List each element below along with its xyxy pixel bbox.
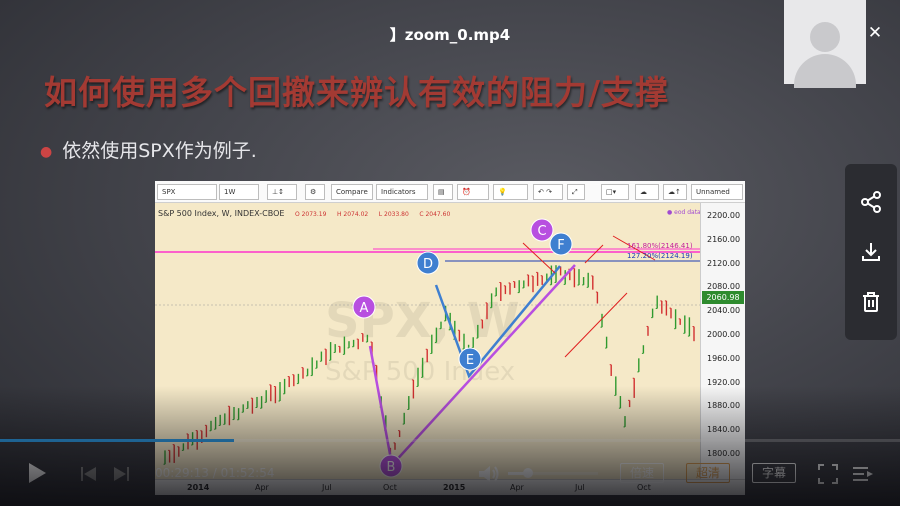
indicators-button: Indicators (376, 184, 428, 200)
share-icon[interactable] (859, 190, 883, 214)
time-tick: Oct (637, 483, 651, 492)
point-label-b: B (387, 460, 396, 475)
point-label-a: A (360, 301, 369, 316)
chart-type-icon: ⊥↕ (267, 184, 297, 200)
time-tick: 2015 (443, 483, 466, 492)
price-tick: 1960.00 (707, 353, 741, 363)
symbol-field: SPX (157, 184, 217, 200)
layout-name: Unnamed (691, 184, 743, 200)
video-frame: 】zoom_0.mp4 如何使用多个回撤来辨认有效的阻力/支撑 ● 依然使用SPX… (0, 0, 900, 506)
price-axis: 2200.00 2160.00 2120.00 2080.00 2040.00 2000.… (700, 203, 745, 479)
playlist-icon[interactable] (852, 465, 874, 483)
time-separator: / (208, 466, 221, 480)
volume-slider[interactable] (508, 468, 598, 478)
time-tick: Jul (322, 483, 332, 492)
time-tick: Apr (510, 483, 524, 492)
time-tick: Jul (575, 483, 585, 492)
next-icon[interactable] (112, 466, 130, 482)
previous-icon[interactable] (80, 466, 98, 482)
undo-redo-icon: ↶ ↷ (533, 184, 563, 200)
price-tick: 1800.00 (707, 449, 741, 458)
chart-toolbar: SPX 1W ⊥↕ ⚙ Compare Indicators ▤ ⏰ 💡 ↶ ↷… (155, 181, 745, 203)
download-icon[interactable] (859, 240, 883, 264)
quality-button[interactable]: 超清 (686, 463, 730, 483)
camera-thumbnail (784, 0, 866, 88)
price-chart: A B C D E F (155, 218, 700, 478)
avatar-body (794, 54, 856, 88)
point-label-c: C (537, 224, 546, 239)
color-box-icon: □▾ (601, 184, 629, 200)
volume-knob[interactable] (522, 468, 533, 478)
video-progress-bar[interactable] (0, 439, 900, 442)
idea-icon: 💡 (493, 184, 528, 200)
price-tick: 1920.00 (707, 377, 741, 387)
price-tick: 1880.00 (707, 401, 741, 411)
templates-icon: ▤ (433, 184, 453, 200)
alert-icon: ⏰ (457, 184, 489, 200)
price-tick: 2160.00 (707, 234, 741, 244)
window-title: 】zoom_0.mp4 (389, 26, 511, 44)
bullet-dot-icon: ● (40, 143, 53, 160)
slide-bullet: ● 依然使用SPX作为例子. (40, 136, 257, 163)
play-icon[interactable] (26, 462, 48, 484)
fullscreen-toggle-icon[interactable] (818, 464, 838, 484)
chart-screenshot: SPX 1W ⊥↕ ⚙ Compare Indicators ▤ ⏰ 💡 ↶ ↷… (155, 181, 745, 495)
compare-button: Compare (331, 184, 373, 200)
fib-level-127: 127.20%(2124.19) (627, 252, 693, 260)
time-tick: 2014 (187, 483, 210, 492)
cloud-upload-icon: ☁↑ (663, 184, 687, 200)
fullscreen-icon: ⤢ (567, 184, 585, 200)
price-tick: 2200.00 (707, 211, 741, 220)
price-tick: 2120.00 (707, 258, 741, 268)
time-tick: Apr (255, 483, 269, 492)
annotation-arrow (584, 244, 604, 264)
bullet-text: 依然使用SPX作为例子. (62, 140, 257, 162)
price-tick: 1840.00 (707, 425, 741, 435)
point-label-e: E (466, 353, 474, 368)
interval-select: 1W (219, 184, 259, 200)
last-price-tag: 2060.98 (702, 291, 744, 304)
subtitle-button[interactable]: 字幕 (752, 463, 796, 483)
point-label-d: D (423, 257, 433, 272)
progress-fill (0, 439, 234, 442)
delete-icon[interactable] (859, 290, 883, 314)
avatar-head (810, 22, 840, 52)
point-label-f: F (557, 238, 564, 253)
fib-level-161: 161.80%(2146.41) (627, 242, 693, 250)
side-action-panel (845, 164, 897, 340)
slide-heading: 如何使用多个回撤来辨认有效的阻力/支撑 (44, 73, 670, 112)
volume-icon[interactable] (478, 464, 500, 484)
close-icon[interactable]: ✕ (866, 24, 884, 42)
annotation-arrow (564, 292, 628, 358)
speed-button[interactable]: 倍速 (620, 463, 664, 483)
volume-fill (508, 472, 528, 475)
price-tick: 2040.00 (707, 306, 741, 316)
price-tick: 2000.00 (707, 330, 741, 339)
current-time: 00:29:13 (155, 466, 209, 480)
playback-time: 00:29:13 / 01:52:54 (155, 466, 274, 480)
time-axis: 2014 Apr Jul Oct 2015 Apr Jul Oct (155, 479, 745, 495)
settings-icon: ⚙ (305, 184, 325, 200)
total-time: 01:52:54 (220, 466, 275, 480)
time-tick: Oct (383, 483, 397, 492)
cloud-icon: ☁ (635, 184, 659, 200)
point-marker-b (379, 454, 403, 478)
